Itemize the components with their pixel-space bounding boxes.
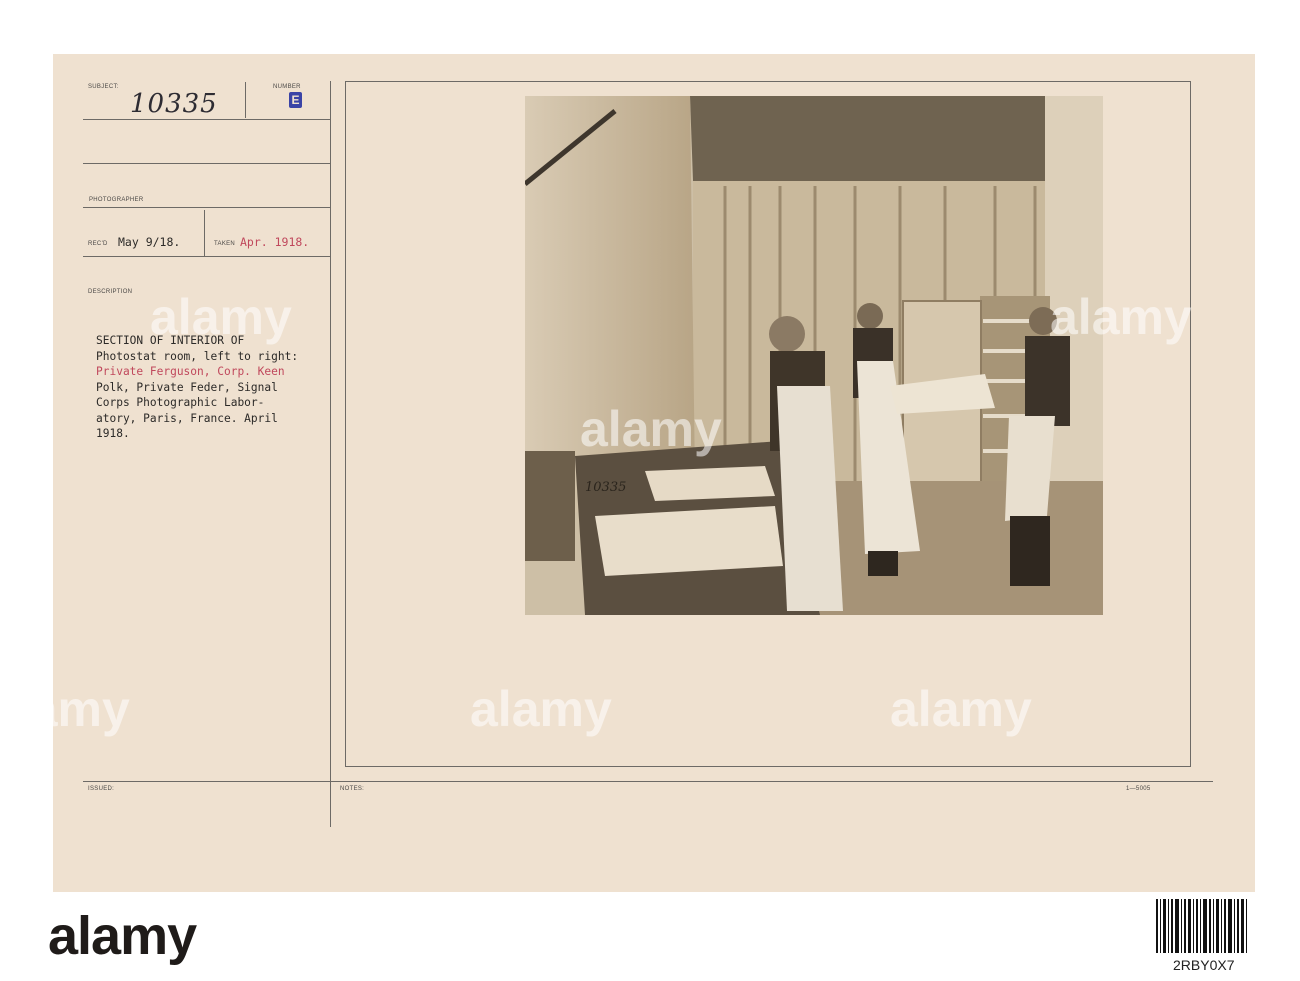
photograph: 10335 xyxy=(525,96,1103,615)
rule-subject-bottom xyxy=(83,119,331,120)
description-line: Corps Photographic Labor- xyxy=(96,396,265,409)
recd-taken-divider xyxy=(204,210,205,256)
photo-illustration: 10335 xyxy=(525,96,1103,615)
photo-negative-number: 10335 xyxy=(585,480,626,495)
rule-dates xyxy=(83,256,331,257)
subject-label: SUBJECT: xyxy=(88,84,119,90)
description-text: SECTION OF INTERIOR OF Photostat room, le… xyxy=(96,333,356,442)
issued-label: ISSUED: xyxy=(88,786,115,792)
rule-bottom xyxy=(83,781,1213,782)
photographer-label: PHOTOGRAPHER xyxy=(89,197,144,203)
recd-label: REC'D xyxy=(88,241,108,247)
taken-label: TAKEN xyxy=(214,241,236,247)
recd-date: May 9/18. xyxy=(118,235,181,249)
description-line: Polk, Private Feder, Signal xyxy=(96,380,278,394)
image-id: 2RBY0X7 xyxy=(1172,957,1236,973)
watermark: alamy xyxy=(150,289,292,345)
brand-logo: alamy xyxy=(48,906,197,966)
number-label: NUMBER xyxy=(273,84,301,90)
description-line: 1918. xyxy=(96,427,130,440)
form-number: 1—5005 xyxy=(1126,786,1151,792)
rule-mid xyxy=(83,163,331,164)
subject-number: 10335 xyxy=(130,89,218,119)
rule-photographer xyxy=(83,207,331,208)
watermark: alamy xyxy=(580,401,722,457)
watermark: alamy xyxy=(0,681,130,737)
watermark: alamy xyxy=(470,681,612,737)
left-column-right-border xyxy=(330,81,331,827)
notes-label: NOTES: xyxy=(340,786,365,792)
taken-date: Apr. 1918. xyxy=(240,235,310,249)
watermark: alamy xyxy=(890,681,1032,737)
barcode-icon xyxy=(1156,899,1247,953)
description-line: atory, Paris, France. April xyxy=(96,411,278,425)
description-line: Photostat room, left to right: xyxy=(96,349,299,363)
description-line: Private Ferguson, Corp. Keen xyxy=(96,365,285,378)
number-stamp: E xyxy=(289,92,302,108)
subject-number-divider xyxy=(245,82,246,118)
description-label: DESCRIPTION xyxy=(88,289,133,295)
watermark: alamy xyxy=(1050,289,1192,345)
